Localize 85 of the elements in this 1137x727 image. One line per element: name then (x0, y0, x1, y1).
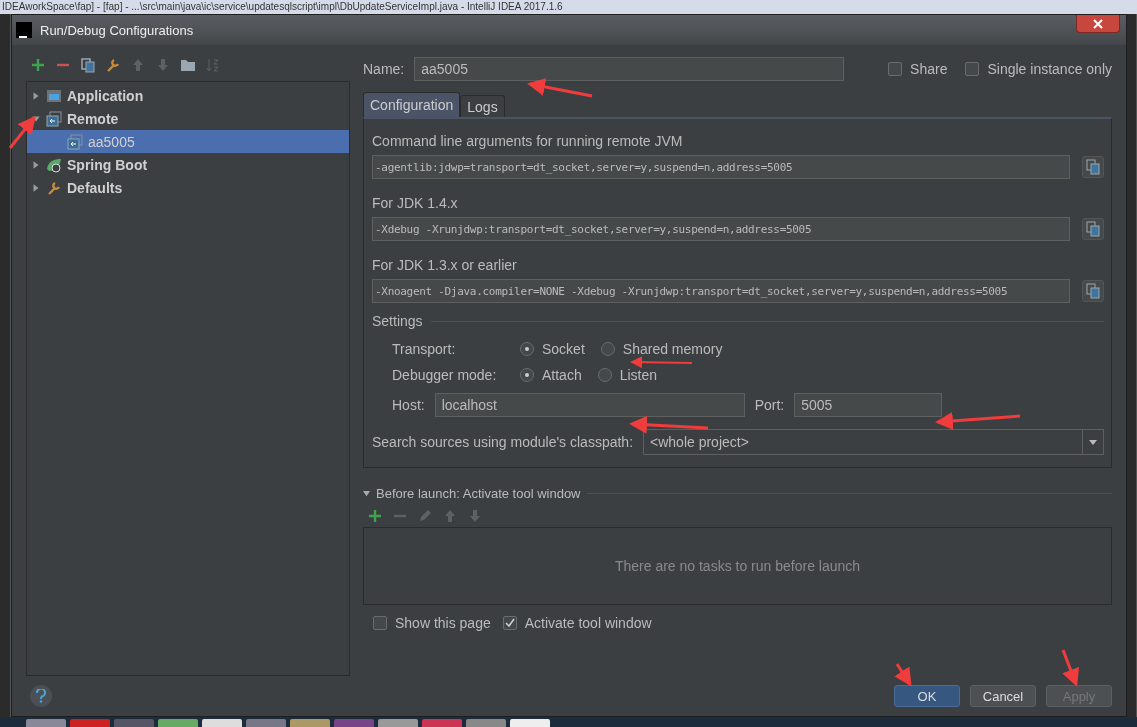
annotation-arrow (8, 115, 36, 149)
dialog-button[interactable]: Cancel (970, 685, 1036, 707)
remote-icon (67, 133, 83, 150)
folder-icon[interactable] (180, 57, 196, 73)
copy-button[interactable] (1082, 280, 1104, 302)
radio-group-label: Debugger mode: (392, 367, 498, 383)
app-logo-icon (16, 22, 32, 38)
radio-button[interactable] (597, 368, 612, 382)
window-icon (46, 87, 62, 104)
checkbox-label: Share (910, 61, 948, 77)
radio-label: Shared memory (622, 341, 723, 357)
expand-arrow-icon[interactable] (31, 90, 41, 101)
add-icon[interactable] (30, 57, 46, 73)
wrench-icon (46, 179, 62, 196)
radio-label: Listen (619, 367, 658, 383)
expand-arrow-icon[interactable] (31, 182, 41, 193)
copy-button[interactable] (1082, 156, 1104, 178)
section-title: Before launch: Activate tool window (376, 486, 581, 501)
taskbar-icon[interactable] (378, 719, 418, 727)
checkbox[interactable] (373, 616, 387, 630)
taskbar-icon[interactable] (202, 719, 242, 727)
tree-item[interactable]: Application (27, 84, 349, 107)
checkbox[interactable] (502, 616, 517, 630)
section-title: Settings (372, 313, 423, 329)
add-icon[interactable] (367, 508, 383, 524)
copy-button[interactable] (1082, 218, 1104, 240)
remote-icon (46, 110, 62, 127)
radio-label: Attach (542, 367, 582, 383)
copy-icon[interactable] (80, 57, 96, 73)
classpath-label: Search sources using module's classpath: (372, 434, 634, 450)
radio-label: Socket (542, 341, 585, 357)
tree-item[interactable]: Spring Boot (27, 153, 349, 176)
tab[interactable]: Logs (460, 95, 505, 117)
argument-label: Command line arguments for running remote JVM (372, 133, 684, 149)
radio-group-label: Transport: (392, 341, 457, 357)
collapse-arrow-icon[interactable] (363, 490, 370, 497)
radio-button[interactable] (520, 368, 534, 382)
dialog-button[interactable]: OK (894, 685, 960, 707)
classpath-dropdown[interactable]: <whole project> (643, 429, 1104, 455)
expand-arrow-icon[interactable] (31, 159, 41, 170)
spring-leaf-icon (46, 156, 62, 173)
taskbar-icon[interactable] (158, 719, 198, 727)
argument-field[interactable]: -Xnoagent -Djava.compiler=NONE -Xdebug -Xrunjdwp:transport=dt_socket,server=y,suspend=n,address=5005 (372, 279, 1070, 303)
argument-field[interactable]: -Xdebug -Xrunjdwp:transport=dt_socket,server=y,suspend=n,address=5005 (372, 217, 1070, 241)
help-icon[interactable] (30, 685, 52, 707)
checkbox[interactable] (965, 62, 980, 76)
taskbar-icon[interactable] (114, 719, 154, 727)
close-button[interactable] (1076, 15, 1120, 33)
dropdown-arrow-icon (1089, 439, 1097, 445)
argument-field[interactable]: -agentlib:jdwp=transport=dt_socket,server=y,suspend=n,address=5005 (372, 155, 1070, 179)
taskbar-icon[interactable] (510, 719, 550, 727)
taskbar-icon[interactable] (422, 719, 462, 727)
checkbox-label: Single instance only (987, 61, 1112, 77)
port-label: Port: (754, 397, 785, 413)
annotation-arrow (527, 78, 593, 98)
annotation-arrow (1061, 649, 1080, 687)
taskbar-icon[interactable] (466, 719, 506, 727)
taskbar-icon[interactable] (70, 719, 110, 727)
checkbox-label: Show this page (395, 615, 491, 631)
host-field[interactable]: localhost (434, 393, 745, 417)
taskbar-icon[interactable] (26, 719, 66, 727)
checkbox[interactable] (888, 62, 903, 76)
argument-label: For JDK 1.4.x (372, 195, 459, 211)
name-field[interactable]: aa5005 (414, 57, 845, 81)
radio-button[interactable] (600, 342, 615, 356)
wrench-icon[interactable] (105, 57, 121, 73)
tree-item[interactable]: Remote (27, 107, 349, 130)
empty-message: There are no tasks to run before launch (614, 558, 861, 574)
checkbox-label: Activate tool window (524, 615, 652, 631)
name-label: Name: (363, 61, 405, 77)
tab[interactable]: Configuration (363, 92, 461, 117)
taskbar-icon[interactable] (290, 719, 330, 727)
close-icon (1093, 18, 1103, 29)
dialog-title: Run/Debug Configurations (40, 22, 194, 38)
argument-label: For JDK 1.3.x or earlier (372, 257, 518, 273)
tree-item[interactable]: Defaults (27, 176, 349, 199)
radio-button[interactable] (520, 342, 534, 356)
tree-item[interactable]: aa5005 (27, 130, 349, 153)
taskbar-icon[interactable] (246, 719, 286, 727)
annotation-arrow (630, 356, 693, 369)
window-title: IDEAworkSpace\fap] - [fap] - ...\src\main\java\ic\service\updatesqlscript\impl\DbUpdateServiceImpl.java - IntelliJ IDEA 2017.1.6 (2, 1, 563, 13)
annotation-arrow (894, 663, 912, 687)
port-field[interactable]: 5005 (794, 393, 943, 417)
host-label: Host: (392, 397, 425, 413)
taskbar-icon[interactable] (334, 719, 374, 727)
